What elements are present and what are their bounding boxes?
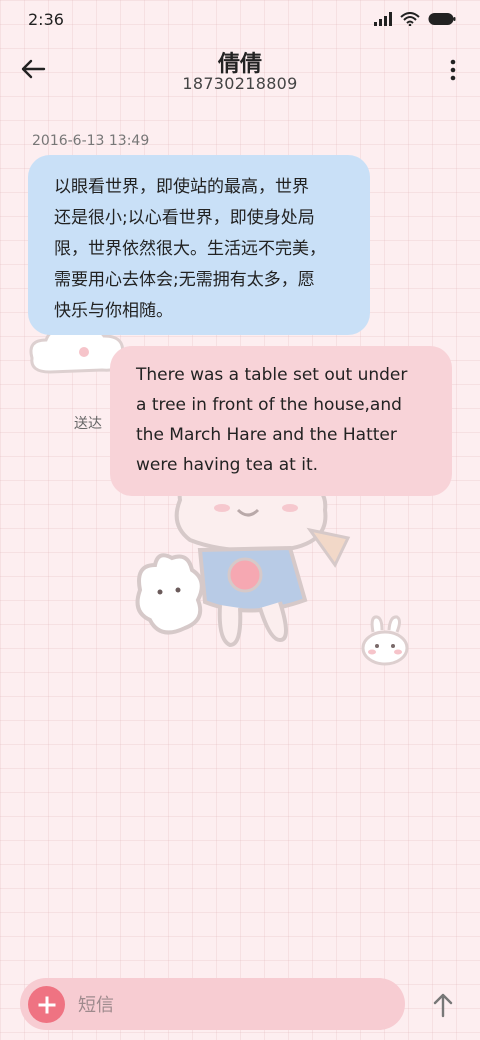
status-icons: [374, 12, 456, 26]
signal-icon: [374, 12, 392, 26]
message-line: were having tea at it.: [136, 455, 319, 475]
message-line: 还是很小;以心看世界，即使身处局: [54, 208, 315, 228]
battery-icon: [428, 13, 456, 25]
message-line: the March Hare and the Hatter: [136, 425, 397, 445]
girl-with-bunny-sticker: [135, 480, 351, 648]
conversation-header: 倩倩 18730218809: [0, 40, 480, 100]
send-arrow-up-icon[interactable]: [428, 990, 458, 1020]
contact-phone-number: 18730218809: [182, 74, 298, 93]
incoming-message-bubble[interactable]: 以眼看世界，即使站的最高，世界 还是很小;以心看世界，即使身处局 限，世界依然很…: [28, 155, 370, 335]
message-timestamp: 2016-6-13 13:49: [32, 133, 150, 149]
status-time: 2:36: [28, 10, 64, 29]
sms-input[interactable]: [76, 986, 390, 1024]
wifi-icon: [400, 12, 420, 26]
delivery-status: 送达: [74, 416, 102, 432]
message-line: There was a table set out under: [136, 365, 408, 385]
message-line: 以眼看世界，即使站的最高，世界: [54, 177, 309, 197]
status-bar: 2:36: [0, 0, 480, 40]
message-line: 限，世界依然很大。生活远不完美，: [54, 239, 326, 259]
message-composer: [20, 978, 405, 1030]
message-line: a tree in front of the house,and: [136, 395, 402, 415]
plus-icon[interactable]: [28, 986, 65, 1023]
outgoing-message-bubble[interactable]: There was a table set out under a tree i…: [110, 346, 452, 496]
message-line: 快乐与你相随。: [54, 301, 173, 321]
bunny-sticker: [361, 615, 409, 666]
more-vertical-icon[interactable]: [448, 58, 458, 82]
message-line: 需要用心去体会;无需拥有太多，愿: [54, 270, 315, 290]
